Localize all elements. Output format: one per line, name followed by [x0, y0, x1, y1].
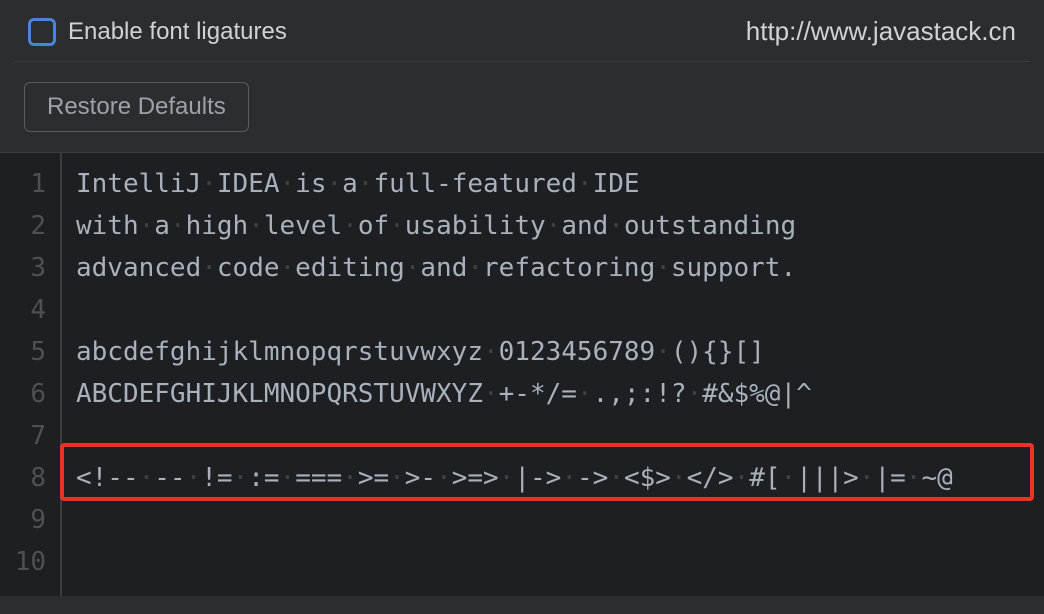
line-number: 3: [0, 247, 60, 289]
code-line: abcdefghijklmnopqrstuvwxyz·0123456789·()…: [76, 331, 1044, 373]
line-number: 2: [0, 205, 60, 247]
code-line: IntelliJ·IDEA·is·a·full-featured·IDE: [76, 163, 1044, 205]
settings-header: Enable font ligatures http://www.javasta…: [0, 0, 1044, 61]
watermark-url: http://www.javastack.cn: [746, 16, 1016, 47]
line-number: 5: [0, 331, 60, 373]
editor-preview: 1 2 3 4 5 6 7 8 9 10 IntelliJ·IDEA·is·a·…: [0, 152, 1044, 596]
ligatures-label: Enable font ligatures: [68, 18, 287, 46]
line-number: 7: [0, 415, 60, 457]
code-line: ABCDEFGHIJKLMNOPQRSTUVWXYZ·+-*/=·.,;:!?·…: [76, 373, 1044, 415]
code-line: [76, 499, 1044, 541]
line-number: 1: [0, 163, 60, 205]
line-number: 9: [0, 499, 60, 541]
restore-defaults-button[interactable]: Restore Defaults: [24, 82, 249, 132]
line-number: 10: [0, 541, 60, 583]
ligatures-checkbox-row: Enable font ligatures: [28, 18, 287, 46]
code-line: [76, 541, 1044, 583]
line-number: 6: [0, 373, 60, 415]
code-line: with·a·high·level·of·usability·and·outst…: [76, 205, 1044, 247]
gutter: 1 2 3 4 5 6 7 8 9 10: [0, 153, 62, 596]
code-line: [76, 415, 1044, 457]
line-number: 4: [0, 289, 60, 331]
code-line: [76, 289, 1044, 331]
line-number: 8: [0, 457, 60, 499]
ligatures-checkbox[interactable]: [28, 18, 56, 46]
button-row: Restore Defaults: [0, 62, 1044, 152]
code-line: <!--·--·!=·:=·===·>=·>-·>=>·|->·->·<$>·<…: [76, 457, 1044, 499]
code-line: advanced·code·editing·and·refactoring·su…: [76, 247, 1044, 289]
code-area[interactable]: IntelliJ·IDEA·is·a·full-featured·IDE wit…: [62, 153, 1044, 596]
